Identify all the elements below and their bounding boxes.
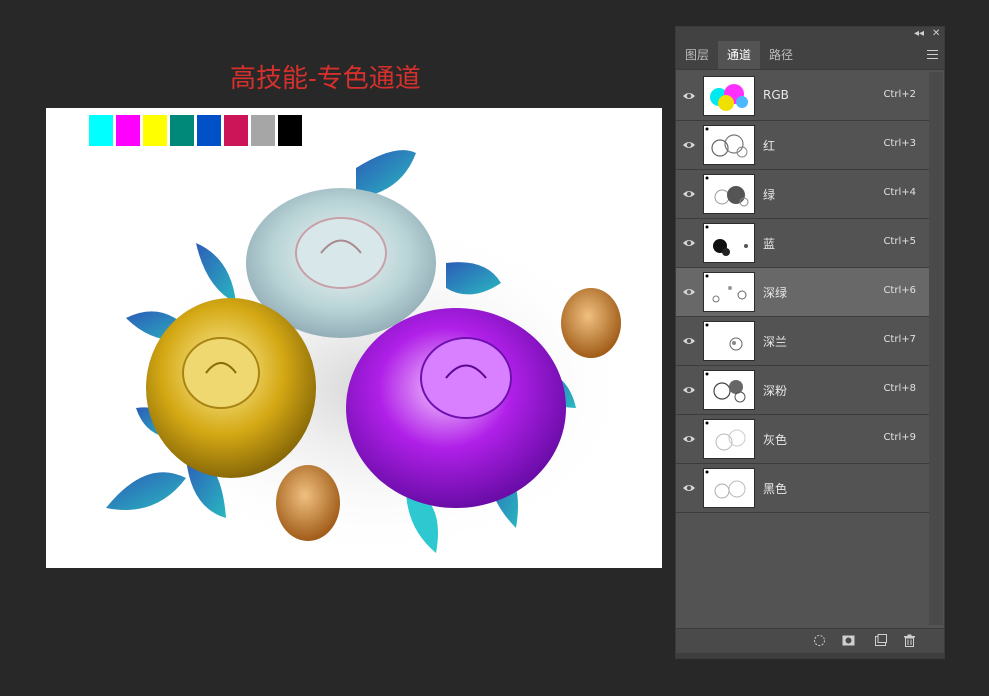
channel-thumbnail — [703, 468, 755, 508]
swatch-yellow — [143, 115, 167, 146]
panel-tabs: 图层 通道 路径 — [676, 41, 944, 70]
tab-paths[interactable]: 路径 — [760, 41, 802, 69]
channel-shortcut: Ctrl+3 — [883, 138, 916, 149]
swatch-black — [278, 115, 302, 146]
channel-row-rgb[interactable]: RGB Ctrl+2 — [676, 72, 929, 121]
color-swatches — [89, 115, 302, 146]
save-selection-icon[interactable] — [842, 634, 855, 647]
channel-row-blue[interactable]: 蓝 Ctrl+5 — [676, 219, 929, 268]
swatch-magenta — [116, 115, 140, 146]
visibility-eye-icon[interactable] — [682, 481, 696, 495]
close-panel-icon[interactable]: ✕ — [932, 27, 940, 41]
panel-menu-icon[interactable] — [927, 50, 938, 59]
channel-row-dark-pink[interactable]: 深粉 Ctrl+8 — [676, 366, 929, 415]
visibility-eye-icon[interactable] — [682, 138, 696, 152]
channels-panel: ◂◂ ✕ 图层 通道 路径 RGB Ctrl+2 红 Ctrl+3 绿 Ctrl… — [675, 26, 945, 659]
visibility-eye-icon[interactable] — [682, 187, 696, 201]
delete-channel-icon[interactable] — [903, 634, 916, 647]
channel-shortcut: Ctrl+2 — [883, 89, 916, 100]
panel-resize-grip[interactable] — [676, 653, 944, 658]
rose-artwork — [106, 150, 636, 558]
channel-list: RGB Ctrl+2 红 Ctrl+3 绿 Ctrl+4 蓝 Ctrl+5 深绿… — [676, 72, 929, 513]
channel-thumbnail — [703, 419, 755, 459]
visibility-eye-icon[interactable] — [682, 432, 696, 446]
tab-layers[interactable]: 图层 — [676, 41, 718, 69]
channel-thumbnail — [703, 174, 755, 214]
channel-shortcut: Ctrl+7 — [883, 334, 916, 345]
channel-thumbnail — [703, 223, 755, 263]
channel-shortcut: Ctrl+4 — [883, 187, 916, 198]
visibility-eye-icon[interactable] — [682, 285, 696, 299]
channel-name: 深兰 — [763, 335, 788, 349]
channel-list-scrollbar[interactable] — [929, 72, 943, 625]
channel-name: 深粉 — [763, 384, 788, 398]
channel-shortcut: Ctrl+6 — [883, 285, 916, 296]
panel-title-bar: ◂◂ ✕ — [676, 27, 944, 41]
collapse-panel-icon[interactable]: ◂◂ — [914, 27, 924, 41]
channel-name: RGB — [763, 88, 789, 102]
visibility-eye-icon[interactable] — [682, 334, 696, 348]
panel-footer — [676, 628, 944, 653]
swatch-cyan — [89, 115, 113, 146]
artwork-title: 高技能-专色通道 — [230, 64, 421, 94]
channel-thumbnail — [703, 370, 755, 410]
swatch-dark-pink — [224, 115, 248, 146]
channel-row-dark-blue[interactable]: 深兰 Ctrl+7 — [676, 317, 929, 366]
tab-channels[interactable]: 通道 — [718, 41, 761, 69]
visibility-eye-icon[interactable] — [682, 236, 696, 250]
new-channel-icon[interactable] — [874, 634, 887, 647]
channel-name: 深绿 — [763, 286, 788, 300]
load-selection-icon[interactable] — [813, 634, 826, 647]
visibility-eye-icon[interactable] — [682, 383, 696, 397]
channel-name: 红 — [763, 139, 776, 153]
channel-shortcut: Ctrl+5 — [883, 236, 916, 247]
channel-shortcut: Ctrl+8 — [883, 383, 916, 394]
channel-name: 蓝 — [763, 237, 776, 251]
swatch-dark-green — [170, 115, 194, 146]
channel-thumbnail — [703, 272, 755, 312]
swatch-dark-blue — [197, 115, 221, 146]
channel-thumbnail — [703, 125, 755, 165]
channel-name: 黑色 — [763, 482, 788, 496]
document-canvas[interactable] — [46, 108, 662, 568]
visibility-eye-icon[interactable] — [682, 89, 696, 103]
channel-row-green[interactable]: 绿 Ctrl+4 — [676, 170, 929, 219]
channel-shortcut: Ctrl+9 — [883, 432, 916, 443]
channel-thumbnail — [703, 76, 755, 116]
channel-row-red[interactable]: 红 Ctrl+3 — [676, 121, 929, 170]
channel-thumbnail — [703, 321, 755, 361]
channel-row-gray[interactable]: 灰色 Ctrl+9 — [676, 415, 929, 464]
channel-row-dark-green[interactable]: 深绿 Ctrl+6 — [676, 268, 929, 317]
channel-row-black[interactable]: 黑色 — [676, 464, 929, 513]
channel-name: 灰色 — [763, 433, 788, 447]
channel-name: 绿 — [763, 188, 776, 202]
swatch-gray — [251, 115, 275, 146]
